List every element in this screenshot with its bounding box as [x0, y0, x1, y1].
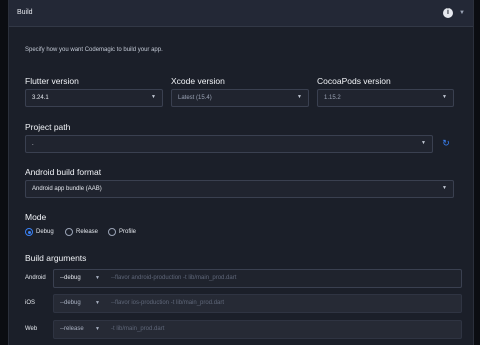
- radio-label-debug: Debug: [36, 229, 54, 235]
- android-build-format-label: Android build format: [25, 167, 102, 177]
- refresh-icon[interactable]: ↻: [441, 138, 451, 148]
- project-path-select[interactable]: . ▼: [25, 135, 433, 153]
- chevron-down-icon: ▼: [95, 326, 100, 332]
- cocoapods-version-label: CocoaPods version: [317, 76, 391, 86]
- chevron-down-icon: ▼: [95, 275, 100, 281]
- radio-checked[interactable]: [25, 228, 33, 236]
- ios-build-args-input[interactable]: --debug ▼ --flavor ios-production -t lib…: [53, 294, 462, 313]
- build-panel: Build i ▼ Specify how you want Codemagic…: [8, 0, 474, 345]
- project-path-value: .: [32, 141, 34, 147]
- web-build-args-input[interactable]: --release ▼ -t lib/main_prod.dart: [53, 320, 462, 339]
- radio-unchecked[interactable]: [108, 228, 116, 236]
- web-args-placeholder: -t lib/main_prod.dart: [111, 326, 165, 332]
- chevron-down-icon: ▼: [95, 300, 100, 306]
- chevron-down-icon: ▼: [442, 94, 447, 100]
- chevron-down-icon[interactable]: ▼: [457, 8, 467, 18]
- flutter-version-label: Flutter version: [25, 76, 79, 86]
- ios-args-placeholder: --flavor ios-production -t lib/main_prod…: [111, 300, 225, 306]
- flutter-version-select[interactable]: 3.24.1 ▼: [25, 89, 163, 107]
- project-path-label: Project path: [25, 122, 71, 132]
- chevron-down-icon: ▼: [421, 140, 426, 146]
- mode-label: Mode: [25, 212, 47, 222]
- web-mode-select[interactable]: --release: [60, 326, 84, 332]
- android-build-format-select[interactable]: Android app bundle (AAB) ▼: [25, 180, 454, 198]
- panel-title: Build: [17, 9, 33, 16]
- info-icon[interactable]: i: [443, 8, 453, 18]
- radio-label-profile: Profile: [119, 229, 137, 235]
- flutter-version-value: 3.24.1: [32, 95, 49, 101]
- android-args-placeholder: --flavor android-production -t lib/main_…: [111, 275, 237, 281]
- cocoapods-version-select[interactable]: 1.15.2 ▼: [317, 89, 454, 107]
- arg-platform-android: Android: [25, 275, 46, 281]
- panel-header[interactable]: Build i ▼: [9, 0, 473, 27]
- ios-mode-select[interactable]: --debug: [60, 300, 81, 306]
- build-arguments-label: Build arguments: [25, 253, 87, 263]
- chevron-down-icon: ▼: [297, 94, 302, 100]
- chevron-down-icon: ▼: [442, 185, 447, 191]
- xcode-version-select[interactable]: Latest (15.4) ▼: [171, 89, 309, 107]
- android-mode-select[interactable]: --debug: [60, 275, 81, 281]
- xcode-version-value: Latest (15.4): [178, 95, 212, 101]
- radio-label-release: Release: [76, 229, 99, 235]
- arg-platform-ios: iOS: [25, 300, 36, 306]
- android-build-args-input[interactable]: --debug ▼ --flavor android-production -t…: [53, 269, 462, 288]
- android-build-format-value: Android app bundle (AAB): [32, 186, 102, 192]
- arg-platform-web: Web: [25, 326, 38, 332]
- xcode-version-label: Xcode version: [171, 76, 225, 86]
- cocoapods-version-value: 1.15.2: [324, 95, 341, 101]
- radio-unchecked[interactable]: [65, 228, 73, 236]
- section-description: Specify how you want Codemagic to build …: [25, 47, 163, 53]
- chevron-down-icon: ▼: [151, 94, 156, 100]
